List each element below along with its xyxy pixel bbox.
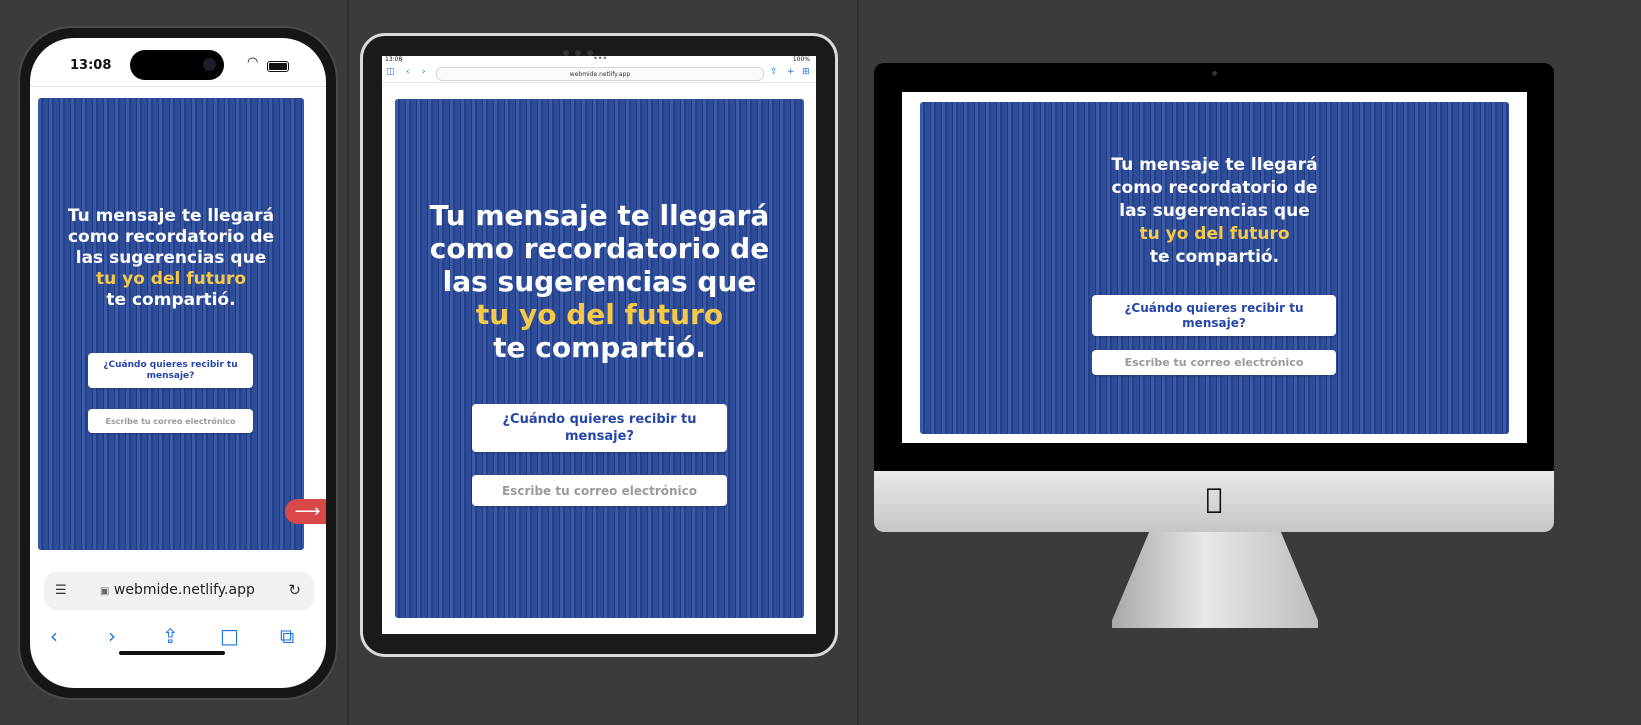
headline-line: las sugerencias que bbox=[1119, 201, 1310, 221]
plus-icon[interactable]: + bbox=[787, 67, 795, 77]
headline-line: Tu mensaje te llegará bbox=[67, 206, 275, 226]
when-receive-button[interactable]: ¿Cuándo quieres recibir tu mensaje? bbox=[1092, 295, 1336, 336]
share-icon[interactable]: ⇪ bbox=[770, 67, 778, 77]
share-icon[interactable]: ⇪ bbox=[162, 624, 179, 648]
headline-line: como recordatorio de bbox=[67, 227, 275, 247]
phone-page-panel: Tu mensaje te llegará como recordatorio … bbox=[38, 98, 304, 550]
tabs-overview-icon[interactable]: ⧉ bbox=[280, 624, 294, 648]
tablet-url-text: webmide.netlify.app bbox=[569, 70, 631, 78]
headline-line: Tu mensaje te llegará bbox=[1111, 155, 1318, 175]
phone-headline: Tu mensaje te llegará como recordatorio … bbox=[38, 206, 304, 311]
sidebar-icon[interactable]: ◫ bbox=[386, 67, 395, 77]
divider-right bbox=[857, 0, 859, 725]
address-url[interactable]: ▣ webmide.netlify.app bbox=[100, 582, 255, 598]
headline-line: las sugerencias que bbox=[75, 248, 267, 268]
tabs-icon[interactable]: ☰ bbox=[55, 583, 67, 598]
more-dots-icon[interactable]: ••• bbox=[593, 56, 607, 63]
headline-line: te compartió. bbox=[1149, 247, 1280, 267]
reload-icon[interactable]: ↻ bbox=[288, 581, 301, 599]
headline-highlight: tu yo del futuro bbox=[1139, 224, 1290, 244]
chevron-right-icon[interactable]: › bbox=[108, 624, 116, 648]
imac-camera bbox=[1212, 71, 1217, 76]
headline-line: las sugerencias que bbox=[442, 265, 757, 298]
tablet-page-panel: Tu mensaje te llegará como recordatorio … bbox=[395, 99, 804, 618]
imac-screen: Tu mensaje te llegará como recordatorio … bbox=[902, 92, 1527, 443]
apple-logo-icon:  bbox=[1202, 484, 1226, 514]
home-indicator bbox=[119, 651, 225, 655]
tabs-overview-icon[interactable]: ⊞ bbox=[802, 67, 810, 77]
phone-top-divider bbox=[30, 86, 326, 87]
front-camera bbox=[203, 58, 216, 71]
tablet-browser-bar: ◫ ‹ › webmide.netlify.app ⇪ + ⊞ bbox=[382, 64, 816, 82]
phone-status-time: 13:08 bbox=[70, 58, 112, 73]
tablet-screen: 13:08 ••• 100% ◫ ‹ › webmide.netlify.app… bbox=[382, 56, 816, 634]
phone-address-bar[interactable]: ☰ ▣ webmide.netlify.app ↻ bbox=[45, 572, 313, 608]
tablet-address-bar[interactable]: webmide.netlify.app bbox=[436, 67, 764, 81]
chevron-right-icon[interactable]: › bbox=[422, 67, 426, 77]
tablet-headline: Tu mensaje te llegará como recordatorio … bbox=[395, 199, 804, 364]
divider-left bbox=[347, 0, 349, 725]
phone-mockup: 13:08 ◠ Tu mensaje te llegará como recor… bbox=[20, 28, 336, 698]
phone-screen: 13:08 ◠ Tu mensaje te llegará como recor… bbox=[30, 38, 326, 688]
tablet-mockup: 13:08 ••• 100% ◫ ‹ › webmide.netlify.app… bbox=[363, 36, 835, 654]
headline-line: te compartió. bbox=[106, 290, 236, 310]
email-input[interactable] bbox=[1092, 350, 1336, 375]
headline-highlight: tu yo del futuro bbox=[475, 298, 724, 331]
tablet-status-battery: 100% bbox=[792, 56, 810, 63]
next-arrow-button[interactable]: ⟶ bbox=[285, 499, 326, 524]
book-icon[interactable]: □ bbox=[220, 624, 239, 648]
battery-icon bbox=[267, 61, 289, 72]
headline-line: Tu mensaje te llegará bbox=[429, 199, 770, 232]
tablet-bar-divider bbox=[382, 82, 816, 83]
wifi-icon: ◠ bbox=[247, 55, 259, 70]
tablet-status-time: 13:08 bbox=[385, 56, 403, 63]
headline-line: como recordatorio de bbox=[1111, 178, 1318, 198]
when-receive-button[interactable]: ¿Cuándo quieres recibir tu mensaje? bbox=[472, 404, 727, 452]
headline-highlight: tu yo del futuro bbox=[95, 269, 247, 289]
email-input[interactable] bbox=[472, 475, 727, 506]
chevron-left-icon[interactable]: ‹ bbox=[50, 624, 58, 648]
dynamic-island bbox=[130, 50, 224, 80]
headline-line: te compartió. bbox=[493, 331, 706, 364]
desktop-headline: Tu mensaje te llegará como recordatorio … bbox=[920, 154, 1509, 269]
chevron-left-icon[interactable]: ‹ bbox=[406, 67, 410, 77]
phone-url-text: webmide.netlify.app bbox=[113, 582, 255, 598]
when-receive-button[interactable]: ¿Cuándo quieres recibir tu mensaje? bbox=[88, 353, 253, 388]
lock-icon: ▣ bbox=[100, 586, 110, 597]
headline-line: como recordatorio de bbox=[429, 232, 770, 265]
email-input[interactable] bbox=[88, 409, 253, 433]
desktop-page-panel: Tu mensaje te llegará como recordatorio … bbox=[920, 102, 1509, 434]
imac-stand bbox=[1112, 532, 1318, 628]
